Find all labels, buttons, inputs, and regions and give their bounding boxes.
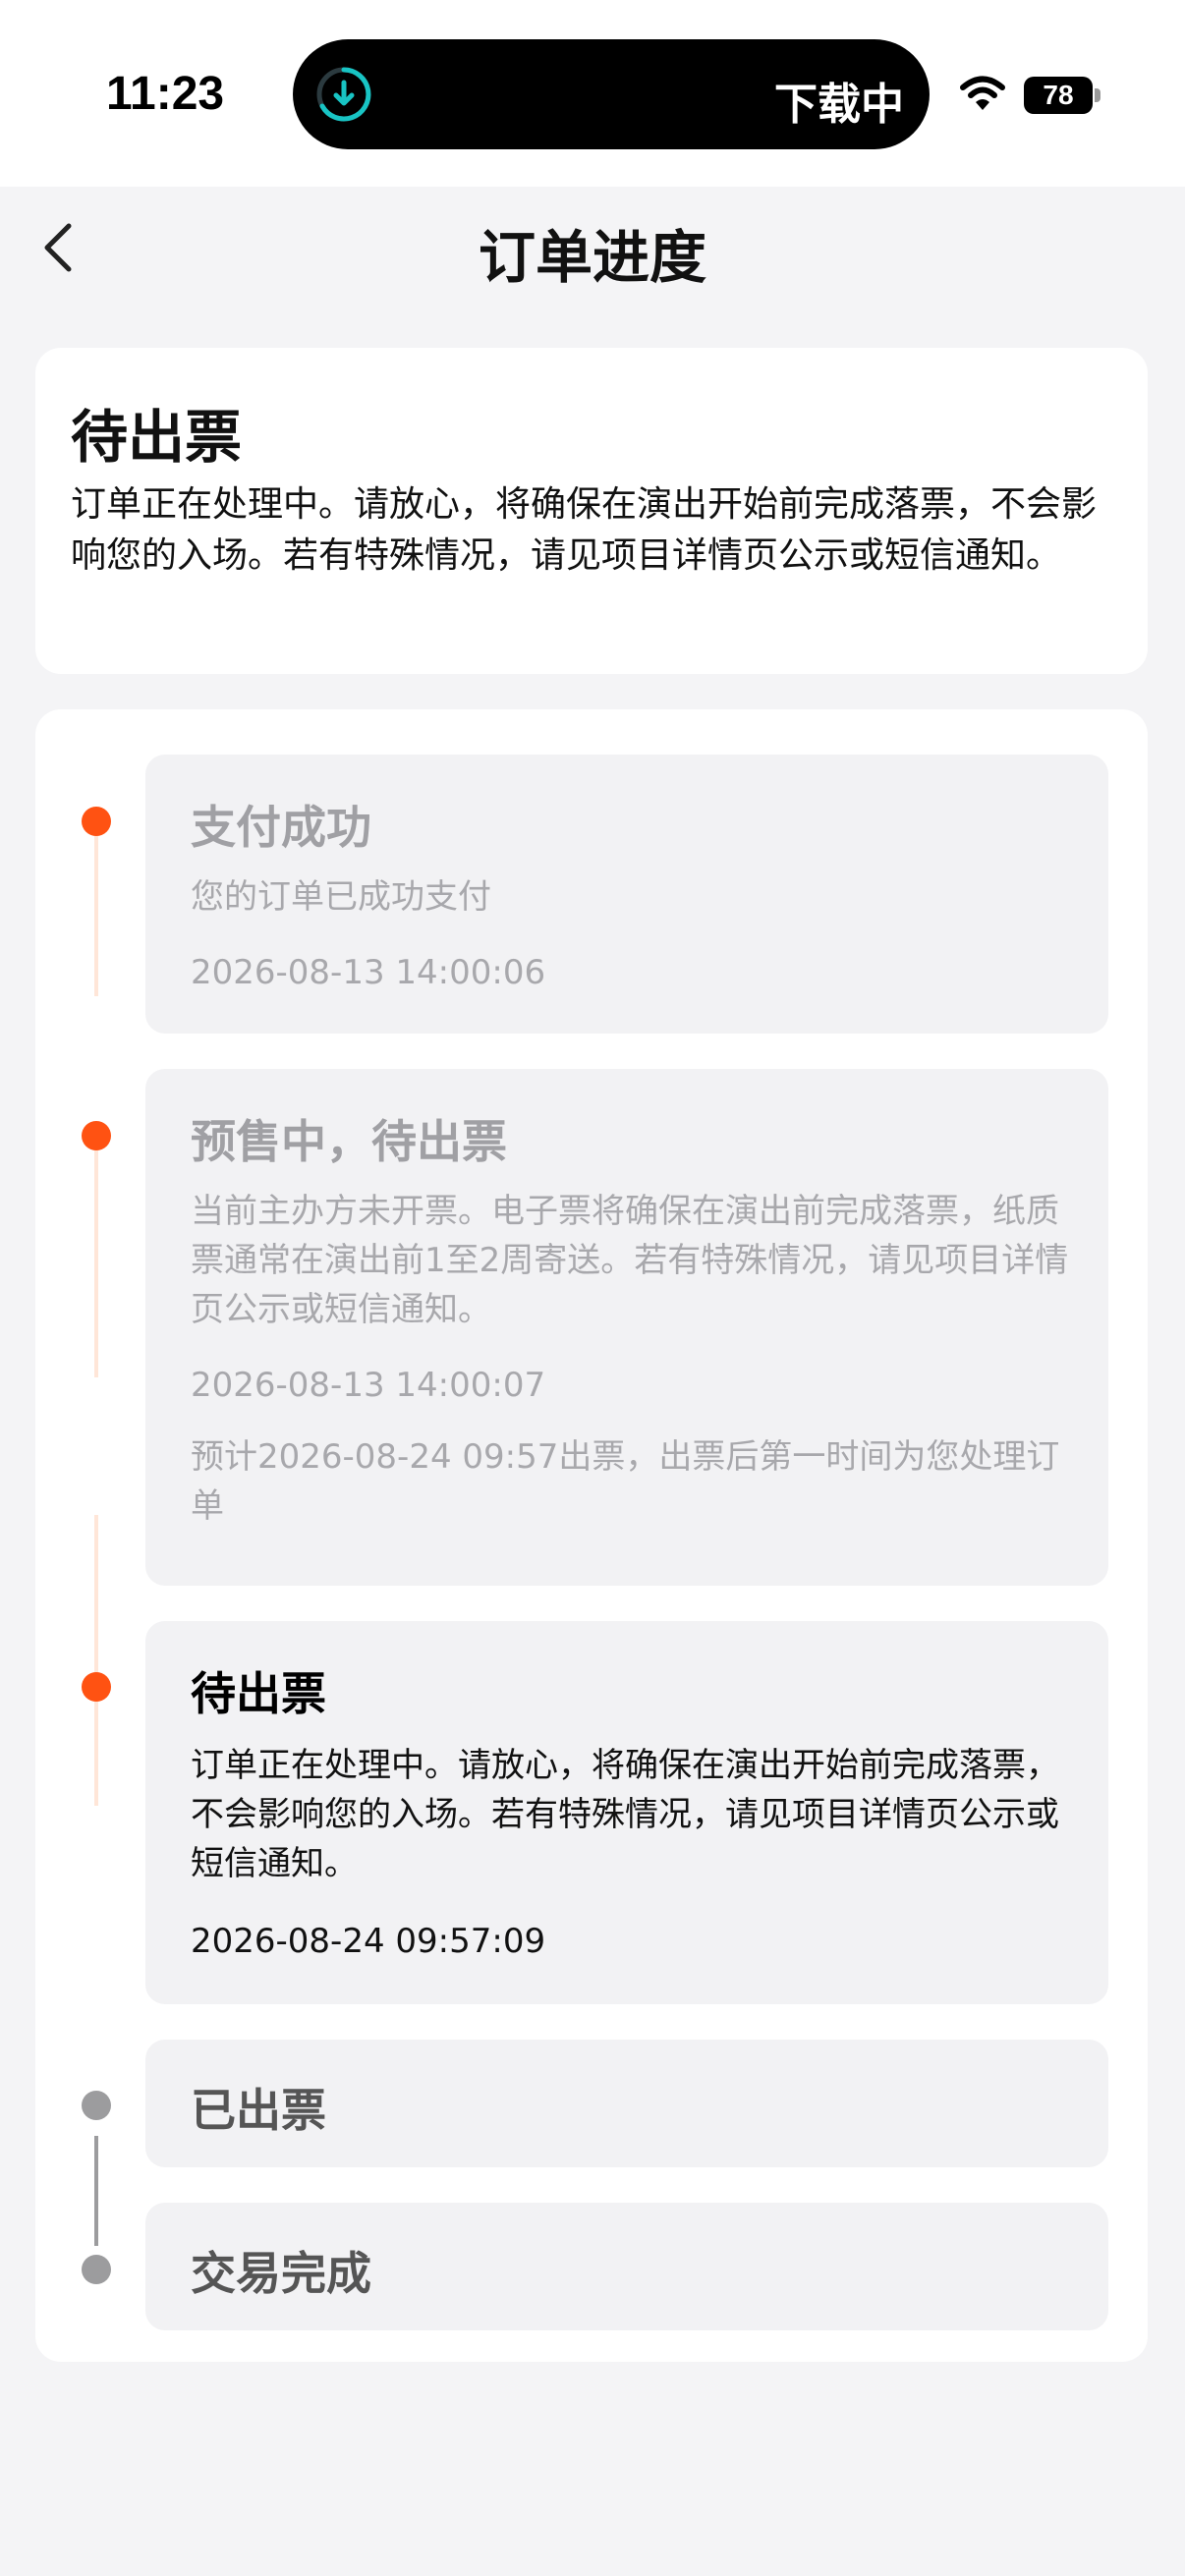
timeline-dot-pending (82, 2255, 111, 2284)
step-description: 您的订单已成功支付 (191, 877, 491, 917)
timeline-dot-done (82, 807, 111, 836)
step-description: 当前主办方未开票。电子票将确保在演出前完成落票，纸质票通常在演出前1至2周寄送。… (191, 1192, 1069, 1329)
step-timestamp: 2026-08-13 14:00:06 (191, 953, 546, 992)
timeline-step-ticketed: 已出票 (145, 2040, 1108, 2167)
step-timestamp: 2026-08-24 09:57:09 (191, 1922, 546, 1961)
timeline-connector (94, 2136, 98, 2246)
timeline-step-paid: 支付成功 您的订单已成功支付 2026-08-13 14:00:06 (145, 755, 1108, 1034)
timeline-connector (94, 1134, 98, 1377)
timeline-step-presale: 预售中，待出票 当前主办方未开票。电子票将确保在演出前完成落票，纸质票通常在演出… (145, 1069, 1108, 1586)
timeline-dot-current (82, 1672, 111, 1702)
step-title: 预售中，待出票 (191, 1115, 507, 1168)
battery-tip (1095, 88, 1100, 102)
order-status-description: 订单正在处理中。请放心，将确保在演出开始前完成落票，不会影响您的入场。若有特殊情… (71, 484, 1098, 576)
timeline-connector (94, 819, 98, 996)
step-eta: 预计2026-08-24 09:57出票，出票后第一时间为您处理订单 (191, 1437, 1060, 1526)
download-status-text: 下载中 (774, 80, 904, 130)
timeline-dot-pending (82, 2091, 111, 2120)
page-title: 订单进度 (478, 224, 706, 291)
battery-level: 78 (1024, 77, 1093, 114)
status-time: 11:23 (106, 68, 225, 120)
step-title: 已出票 (191, 2084, 326, 2137)
step-title: 交易完成 (191, 2247, 371, 2300)
status-bar: 11:23 下载中 78 订单进度 (0, 0, 1185, 291)
step-title: 支付成功 (191, 801, 371, 854)
step-timestamp: 2026-08-13 14:00:07 (191, 1366, 546, 1405)
order-status-card: 待出票 订单正在处理中。请放心，将确保在演出开始前完成落票，不会影响您的入场。若… (35, 348, 1148, 674)
timeline-dot-done (82, 1121, 111, 1150)
timeline-step-awaiting-ticket: 待出票 订单正在处理中。请放心，将确保在演出开始前完成落票，不会影响您的入场。若… (145, 1621, 1108, 2004)
order-status-title: 待出票 (71, 404, 243, 471)
download-icon (316, 67, 371, 122)
order-timeline-card: 支付成功 您的订单已成功支付 2026-08-13 14:00:06 预售中，待… (35, 709, 1148, 2362)
battery-icon: 78 (1024, 77, 1100, 114)
wifi-icon (960, 76, 1005, 110)
timeline-step-completed: 交易完成 (145, 2203, 1108, 2330)
step-title: 待出票 (191, 1667, 326, 1720)
dynamic-island[interactable]: 下载中 (293, 39, 930, 149)
step-description: 订单正在处理中。请放心，将确保在演出开始前完成落票，不会影响您的入场。若有特殊情… (191, 1746, 1059, 1883)
timeline-connector (94, 1515, 98, 1806)
